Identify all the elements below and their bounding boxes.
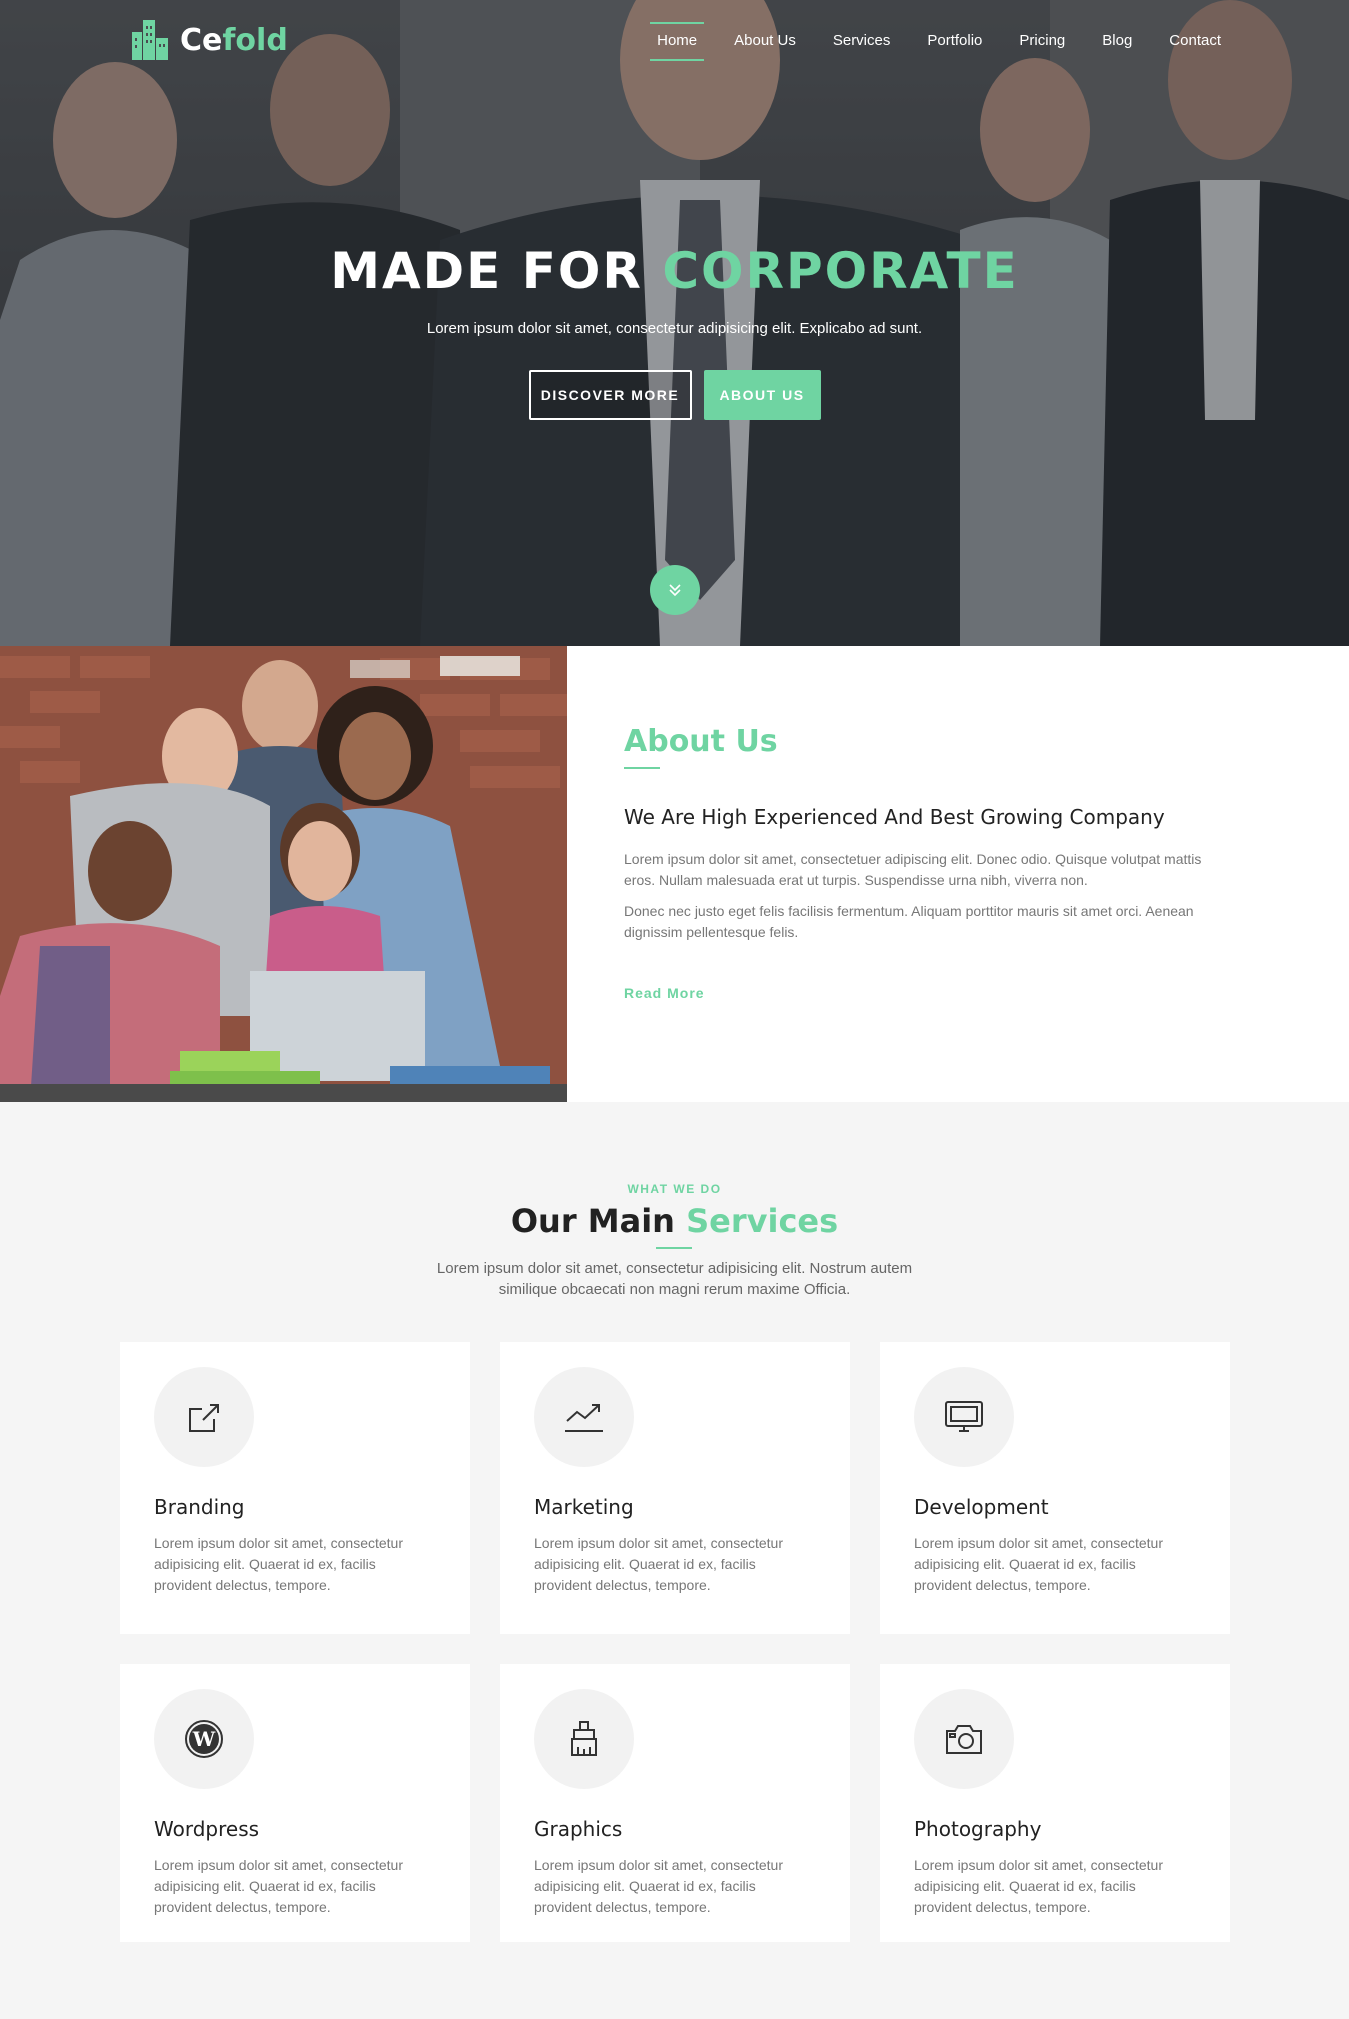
services-intro: Lorem ipsum dolor sit amet, consectetur … bbox=[436, 1260, 913, 1298]
camera-icon bbox=[946, 1725, 982, 1754]
nav-pricing[interactable]: Pricing bbox=[1012, 28, 1072, 53]
brand-prefix: Ce bbox=[180, 22, 223, 58]
read-more-link[interactable]: Read More bbox=[624, 985, 705, 1001]
brand-suffix: fold bbox=[222, 22, 288, 58]
nav-services[interactable]: Services bbox=[826, 28, 898, 53]
hero-buttons: Discover More About Us bbox=[0, 370, 1349, 420]
svg-text:W: W bbox=[192, 1727, 216, 1751]
about-section: About Us We Are High Experienced And Bes… bbox=[0, 646, 1349, 1102]
monitor-icon bbox=[945, 1401, 983, 1432]
service-text: Lorem ipsum dolor sit amet, consectetur … bbox=[154, 1535, 403, 1593]
nav-home[interactable]: Home bbox=[650, 22, 705, 61]
service-card-photography[interactable]: Photography Lorem ipsum dolor sit amet, … bbox=[880, 1664, 1230, 1942]
nav-contact[interactable]: Contact bbox=[1162, 28, 1228, 53]
service-text: Lorem ipsum dolor sit amet, consectetur … bbox=[914, 1857, 1163, 1915]
icon-circle: W bbox=[154, 1689, 254, 1789]
service-text: Lorem ipsum dolor sit amet, consectetur … bbox=[534, 1857, 783, 1915]
building-icon bbox=[132, 20, 168, 60]
service-title: Marketing bbox=[534, 1495, 634, 1519]
nav-portfolio[interactable]: Portfolio bbox=[920, 28, 989, 53]
services-title-dark: Our Main bbox=[510, 1202, 675, 1240]
about-paragraph-1: Lorem ipsum dolor sit amet, consectetuer… bbox=[624, 851, 1202, 888]
service-text: Lorem ipsum dolor sit amet, consectetur … bbox=[534, 1535, 783, 1593]
nav-about-us[interactable]: About Us bbox=[727, 28, 803, 53]
about-heading: About Us bbox=[624, 724, 778, 759]
paint-brush-icon bbox=[571, 1721, 597, 1756]
services-kicker: WHAT WE DO bbox=[627, 1182, 722, 1196]
services-section: WHAT WE DO Our Main Services Lorem ipsum… bbox=[0, 1102, 1349, 2019]
external-link-icon bbox=[189, 1404, 219, 1432]
service-text: Lorem ipsum dolor sit amet, consectetur … bbox=[154, 1857, 403, 1915]
hero-title-white: MADE FOR bbox=[330, 242, 643, 300]
service-card-branding[interactable]: Branding Lorem ipsum dolor sit amet, con… bbox=[120, 1342, 470, 1634]
heading-underline bbox=[624, 767, 660, 769]
team-photo bbox=[0, 646, 567, 1102]
icon-circle bbox=[534, 1367, 634, 1467]
services-title-accent: Services bbox=[686, 1202, 839, 1240]
services-title: Our Main Services bbox=[0, 1202, 1349, 1240]
service-title: Graphics bbox=[534, 1817, 623, 1841]
service-title: Development bbox=[914, 1495, 1049, 1519]
service-text: Lorem ipsum dolor sit amet, consectetur … bbox=[914, 1535, 1163, 1593]
scroll-down-button[interactable] bbox=[650, 565, 700, 615]
brand-name: Cefold bbox=[180, 23, 288, 58]
service-card-development[interactable]: Development Lorem ipsum dolor sit amet, … bbox=[880, 1342, 1230, 1634]
about-subheading: We Are High Experienced And Best Growing… bbox=[624, 805, 1165, 829]
about-content: About Us We Are High Experienced And Bes… bbox=[624, 724, 1224, 1003]
wordpress-icon: W bbox=[185, 1720, 223, 1758]
service-title: Wordpress bbox=[154, 1817, 260, 1841]
hero-section: Cefold Home About Us Services Portfolio … bbox=[0, 0, 1349, 646]
double-chevron-down-icon bbox=[669, 584, 681, 597]
main-nav: Home About Us Services Portfolio Pricing… bbox=[650, 22, 1228, 61]
icon-circle bbox=[534, 1689, 634, 1789]
nav-blog[interactable]: Blog bbox=[1095, 28, 1139, 53]
service-card-graphics[interactable]: Graphics Lorem ipsum dolor sit amet, con… bbox=[500, 1664, 850, 1942]
hero-subtitle: Lorem ipsum dolor sit amet, consectetur … bbox=[426, 320, 923, 337]
service-card-marketing[interactable]: Marketing Lorem ipsum dolor sit amet, co… bbox=[500, 1342, 850, 1634]
service-title: Branding bbox=[154, 1495, 245, 1519]
about-paragraph-2: Donec nec justo eget felis facilisis fer… bbox=[624, 903, 1194, 940]
hero-title-accent: CORPORATE bbox=[662, 242, 1019, 300]
services-underline bbox=[656, 1247, 692, 1249]
brand-logo[interactable]: Cefold bbox=[128, 18, 288, 62]
about-us-button[interactable]: About Us bbox=[703, 370, 821, 420]
discover-more-button[interactable]: Discover More bbox=[528, 370, 692, 420]
icon-circle bbox=[914, 1689, 1014, 1789]
service-card-wordpress[interactable]: W Wordpress Lorem ipsum dolor sit amet, … bbox=[120, 1664, 470, 1942]
icon-circle bbox=[914, 1367, 1014, 1467]
icon-circle bbox=[154, 1367, 254, 1467]
trend-chart-icon bbox=[565, 1404, 603, 1432]
service-title: Photography bbox=[914, 1817, 1042, 1841]
hero-title: MADE FOR CORPORATE bbox=[0, 242, 1349, 300]
